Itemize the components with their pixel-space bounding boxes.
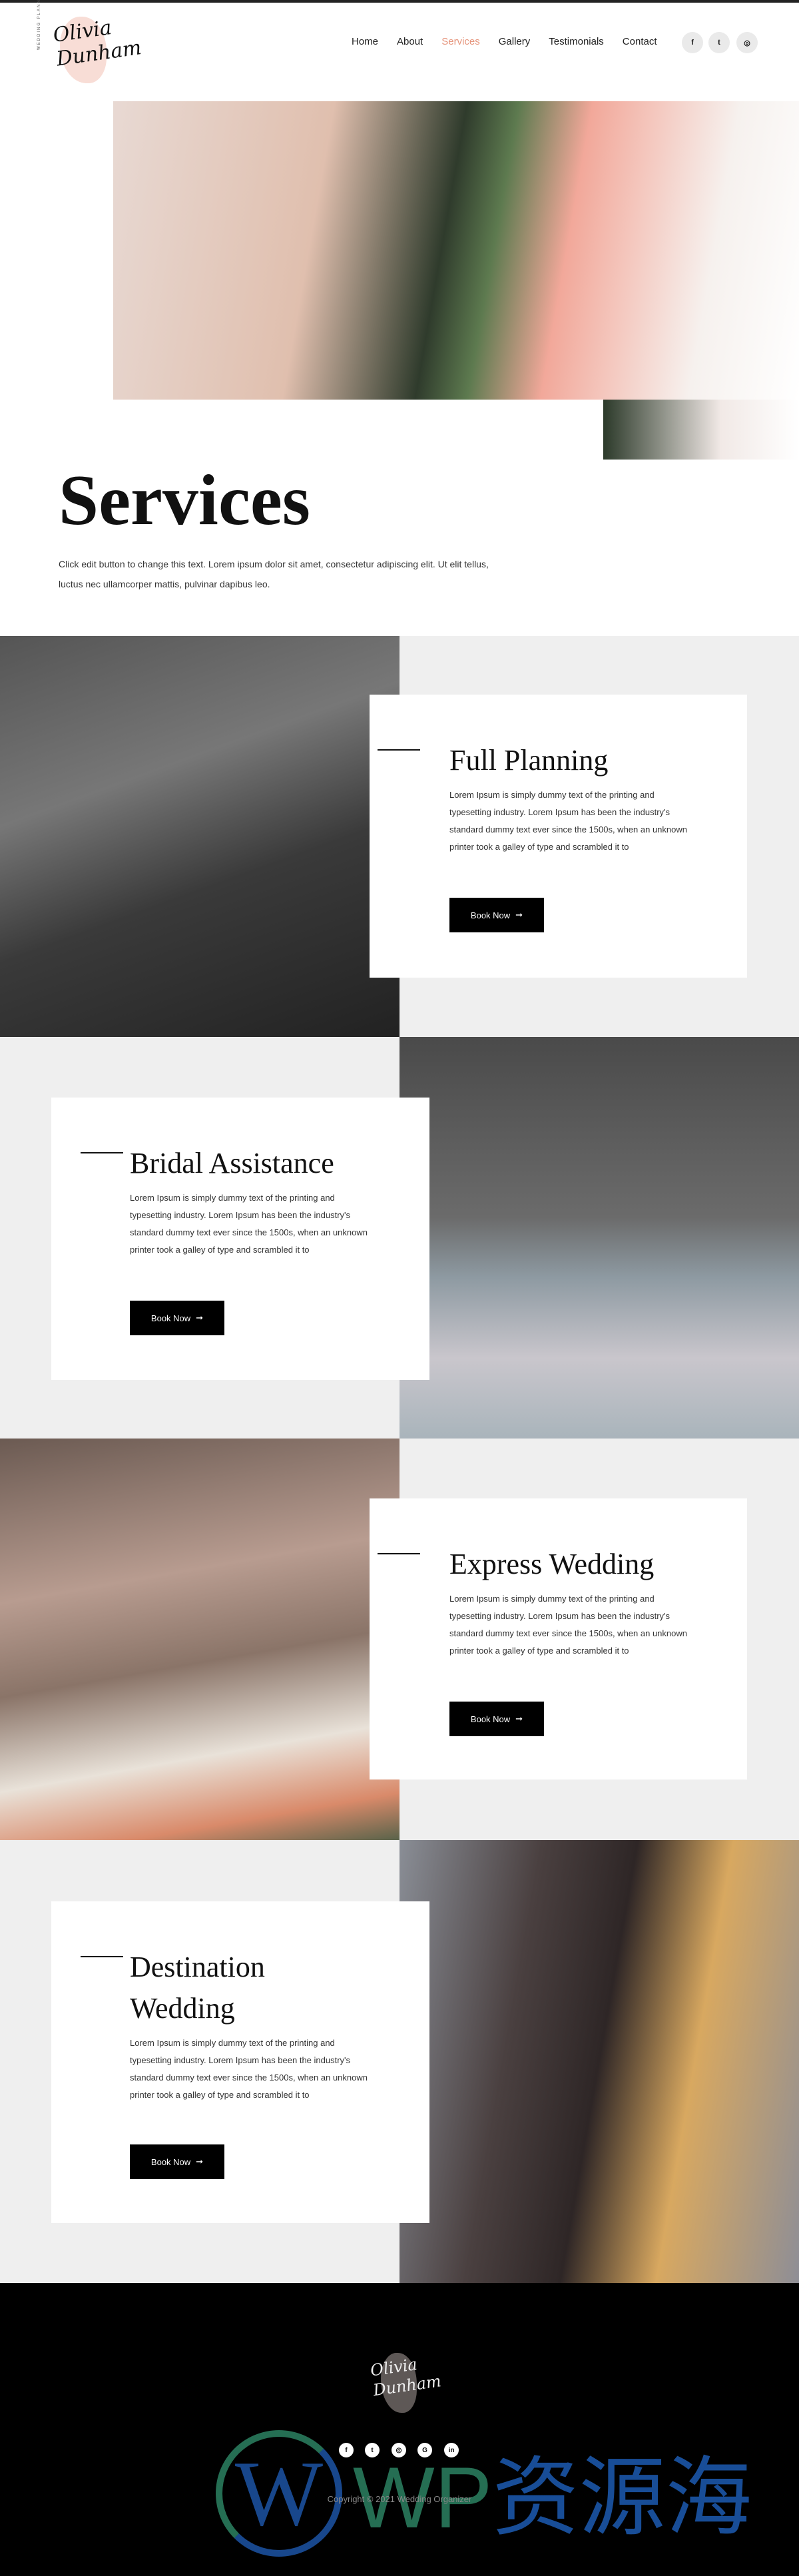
nav-home[interactable]: Home	[352, 36, 378, 47]
logo-tagline: WEDDING PLANNER	[37, 0, 41, 50]
footer-logo[interactable]: Olivia Dunham	[357, 2348, 443, 2421]
service-photo-destination-wedding	[400, 1840, 799, 2283]
button-label: Book Now	[470, 1714, 511, 1724]
site-logo[interactable]: Olivia Dunham WEDDING PLANNER	[37, 0, 143, 87]
service-photo-express-wedding	[0, 1439, 400, 1840]
page-intro: Click edit button to change this text. L…	[59, 559, 489, 589]
book-now-button[interactable]: Book Now ➞	[130, 2144, 224, 2179]
facebook-icon[interactable]: f	[682, 32, 703, 53]
divider	[81, 1152, 123, 1153]
service-text: Lorem Ipsum is simply dummy text of the …	[130, 2038, 368, 2100]
nav-services[interactable]: Services	[441, 36, 480, 47]
button-label: Book Now	[150, 1313, 191, 1323]
main-nav: Home About Services Gallery Testimonials…	[352, 36, 657, 47]
nav-gallery[interactable]: Gallery	[499, 36, 531, 47]
service-card-bridal-assistance: Bridal Assistance Lorem Ipsum is simply …	[51, 1098, 429, 1380]
instagram-icon[interactable]: ◎	[736, 32, 758, 53]
service-photo-full-planning	[0, 636, 400, 1037]
twitter-icon[interactable]: t	[365, 2443, 380, 2457]
arrow-right-icon: ➞	[196, 1313, 204, 1323]
top-border	[0, 0, 799, 3]
hero-image-extension	[603, 400, 799, 460]
nav-contact[interactable]: Contact	[623, 36, 657, 47]
button-label: Book Now	[150, 2156, 191, 2167]
nav-about[interactable]: About	[397, 36, 423, 47]
divider	[81, 1956, 123, 1957]
arrow-right-icon: ➞	[196, 2156, 204, 2166]
divider	[378, 749, 420, 751]
service-text: Lorem Ipsum is simply dummy text of the …	[449, 790, 687, 852]
instagram-icon[interactable]: ◎	[392, 2443, 406, 2457]
service-title: Destination Wedding	[130, 1951, 265, 2025]
book-now-button[interactable]: Book Now ➞	[449, 898, 544, 932]
service-card-full-planning: Full Planning Lorem Ipsum is simply dumm…	[370, 695, 747, 978]
logo-script: Olivia Dunham	[51, 16, 143, 71]
service-title: Bridal Assistance	[130, 1147, 334, 1179]
google-icon[interactable]: G	[417, 2443, 432, 2457]
hero-image	[113, 101, 799, 400]
button-label: Book Now	[470, 910, 511, 920]
twitter-icon[interactable]: t	[708, 32, 730, 53]
service-card-destination-wedding: Destination Wedding Lorem Ipsum is simpl…	[51, 1901, 429, 2223]
arrow-right-icon: ➞	[515, 1714, 523, 1724]
service-card-express-wedding: Express Wedding Lorem Ipsum is simply du…	[370, 1498, 747, 1779]
facebook-icon[interactable]: f	[339, 2443, 354, 2457]
book-now-button[interactable]: Book Now ➞	[449, 1702, 544, 1736]
nav-testimonials[interactable]: Testimonials	[549, 36, 604, 47]
arrow-right-icon: ➞	[515, 910, 523, 920]
book-now-button[interactable]: Book Now ➞	[130, 1301, 224, 1335]
footer	[0, 2283, 799, 2576]
service-title: Express Wedding	[449, 1548, 655, 1580]
logo-script: Olivia Dunham	[369, 2354, 443, 2400]
service-text: Lorem Ipsum is simply dummy text of the …	[449, 1594, 687, 1656]
copyright: Copyright © 2021 Wedding Organizer	[327, 2494, 472, 2504]
service-text: Lorem Ipsum is simply dummy text of the …	[130, 1193, 368, 1255]
service-photo-bridal-assistance	[400, 1037, 799, 1439]
page-title: Services	[59, 461, 310, 540]
divider	[378, 1553, 420, 1554]
linkedin-icon[interactable]: in	[444, 2443, 459, 2457]
service-title: Full Planning	[449, 744, 609, 777]
